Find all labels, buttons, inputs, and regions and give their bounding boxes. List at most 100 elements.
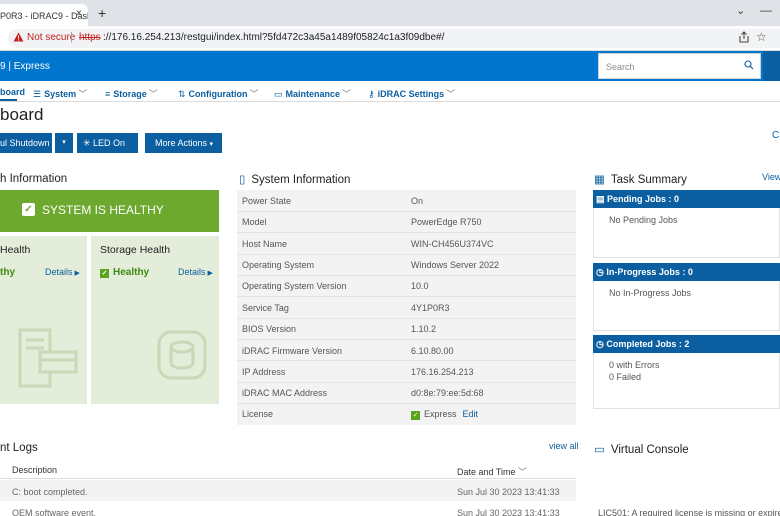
new-tab-icon[interactable]: + — [98, 6, 106, 20]
divider — [237, 382, 576, 383]
nav-dashboard[interactable]: board — [0, 87, 25, 97]
caret-right-icon: ▶ — [72, 270, 80, 277]
storage-health-card — [91, 236, 219, 404]
mac-address-label: iDRAC MAC Address — [242, 388, 328, 398]
service-tag-value: 4Y1P0R3 — [411, 303, 450, 313]
nav-maintenance[interactable]: ▭ Maintenance ﹀ — [274, 87, 351, 100]
system-health-status: thy — [0, 267, 15, 278]
led-on-button[interactable]: ✳ LED On — [77, 133, 138, 153]
nav-storage[interactable]: ≡ Storage ﹀ — [105, 87, 158, 100]
tab-search-icon[interactable]: ⌄ — [736, 4, 745, 17]
logs-section-title: nt Logs — [0, 442, 38, 454]
config-icon: ⇅ — [178, 89, 186, 99]
graceful-shutdown-button[interactable]: ul Shutdown — [0, 133, 52, 153]
divider — [237, 211, 576, 212]
os-version-label: Operating System Version — [242, 281, 347, 291]
virtual-console-title: Virtual Console — [610, 444, 689, 456]
app-title: 9 | Express — [0, 61, 50, 72]
nav-idrac-settings[interactable]: ⚷ iDRAC Settings ﹀ — [368, 87, 455, 100]
ip-address-value: 176.16.254.213 — [411, 367, 474, 377]
storage-health-status: Healthy — [113, 267, 150, 278]
caret-down-icon: ▾ — [209, 141, 214, 148]
storage-health-title: Storage Health — [100, 244, 171, 256]
list-icon: ▤ — [596, 194, 608, 204]
service-tag-label: Service Tag — [242, 303, 289, 313]
divider — [237, 318, 576, 319]
url-text[interactable]: ://176.16.254.213/restgui/index.html?5fd… — [103, 32, 444, 43]
monitor-icon: ▭ — [594, 444, 605, 456]
os-version-value: 10.0 — [411, 281, 429, 291]
nav-configuration[interactable]: ⇅ Configuration ﹀ — [178, 87, 259, 100]
chevron-down-icon: ﹀ — [249, 89, 259, 99]
browser-tab-bar — [0, 0, 780, 26]
check-icon: ✓ — [411, 411, 420, 420]
logs-view-all-link[interactable]: view all — [549, 441, 579, 451]
ip-address-label: IP Address — [242, 367, 286, 377]
divider — [237, 254, 576, 255]
calendar-icon: ▦ — [594, 174, 605, 186]
disk-illustration-icon — [157, 330, 207, 380]
system-healthy-text: SYSTEM IS HEALTHY — [42, 203, 164, 217]
completed-jobs-label: Completed Jobs : 2 — [606, 339, 690, 349]
log-description: OEM software event. — [12, 508, 97, 516]
share-icon[interactable] — [738, 31, 750, 43]
divider — [237, 232, 576, 233]
license-edit-link[interactable]: Edit — [463, 409, 479, 419]
host-name-value: WIN-CH456U374VC — [411, 239, 494, 249]
idrac-firmware-value: 6.10.80.00 — [411, 346, 454, 356]
pending-jobs-label: Pending Jobs : 0 — [607, 194, 680, 204]
nav-system-label: System — [44, 89, 77, 99]
divider — [237, 360, 576, 361]
virtual-console-section-title: ▭ Virtual Console — [594, 442, 689, 456]
details-label: Details — [178, 267, 206, 277]
warning-icon[interactable] — [13, 32, 24, 42]
search-icon[interactable] — [744, 60, 754, 70]
url-separator: | — [70, 31, 73, 43]
model-value: PowerEdge R750 — [411, 217, 482, 227]
chevron-down-icon: ﹀ — [148, 89, 158, 99]
browser-tab[interactable]: P0R3 - iDRAC9 - Dashb — [0, 4, 88, 26]
refresh-icon[interactable]: C — [772, 130, 779, 141]
system-health-details-link[interactable]: Details ▶ — [45, 267, 80, 277]
chevron-down-icon: ﹀ — [515, 467, 528, 477]
nav-system[interactable]: ☰ System ﹀ — [33, 87, 87, 100]
inprogress-jobs-header[interactable]: ◷ In-Progress Jobs : 0 — [593, 263, 780, 281]
os-value: Windows Server 2022 — [411, 260, 500, 270]
power-options-dropdown[interactable]: ▾ — [55, 133, 73, 153]
user-menu-button[interactable] — [763, 51, 780, 81]
bios-version-value: 1.10.2 — [411, 324, 437, 334]
task-summary-title: Task Summary — [610, 174, 687, 186]
check-icon: ✓ — [22, 203, 35, 216]
completed-jobs-header[interactable]: ◷ Completed Jobs : 2 — [593, 335, 780, 353]
search-placeholder[interactable]: Search — [606, 62, 635, 72]
col-datetime-label: Date and Time — [457, 467, 516, 477]
power-state-value: On — [411, 196, 424, 206]
bookmark-star-icon[interactable]: ☆ — [756, 30, 767, 44]
not-secure-label[interactable]: Not secure — [27, 32, 75, 43]
license-row: ✓ Express Edit — [411, 409, 478, 420]
nav-active-indicator — [0, 99, 17, 101]
caret-right-icon: ▶ — [205, 270, 213, 277]
storage-health-details-link[interactable]: Details ▶ — [178, 267, 213, 277]
col-description-header[interactable]: Description — [12, 465, 57, 475]
server-icon: ☰ — [33, 89, 42, 99]
log-datetime: Sun Jul 30 2023 13:41:33 — [457, 508, 560, 516]
tab-close-icon[interactable]: × — [76, 8, 82, 19]
minimize-icon[interactable]: — — [760, 3, 772, 17]
more-actions-button[interactable]: More Actions ▾ — [145, 133, 222, 153]
pending-jobs-header[interactable]: ▤ Pending Jobs : 0 — [593, 190, 780, 208]
maintenance-icon: ▭ — [274, 89, 283, 99]
task-view-link[interactable]: View — [762, 172, 780, 182]
system-info-title: System Information — [251, 174, 351, 186]
log-description: C: boot completed. — [12, 487, 88, 497]
url-scheme[interactable]: https — [79, 32, 101, 43]
task-summary-section-title: ▦ Task Summary — [594, 172, 687, 186]
check-circle-icon: ◷ — [596, 339, 607, 349]
bios-version-label: BIOS Version — [242, 324, 297, 334]
more-actions-label: More Actions — [155, 138, 208, 148]
col-datetime-header[interactable]: Date and Time ﹀ — [457, 465, 527, 478]
divider — [237, 339, 576, 340]
clock-icon: ◷ — [596, 267, 607, 277]
details-label: Details — [45, 267, 73, 277]
pending-jobs-text: No Pending Jobs — [609, 215, 678, 225]
